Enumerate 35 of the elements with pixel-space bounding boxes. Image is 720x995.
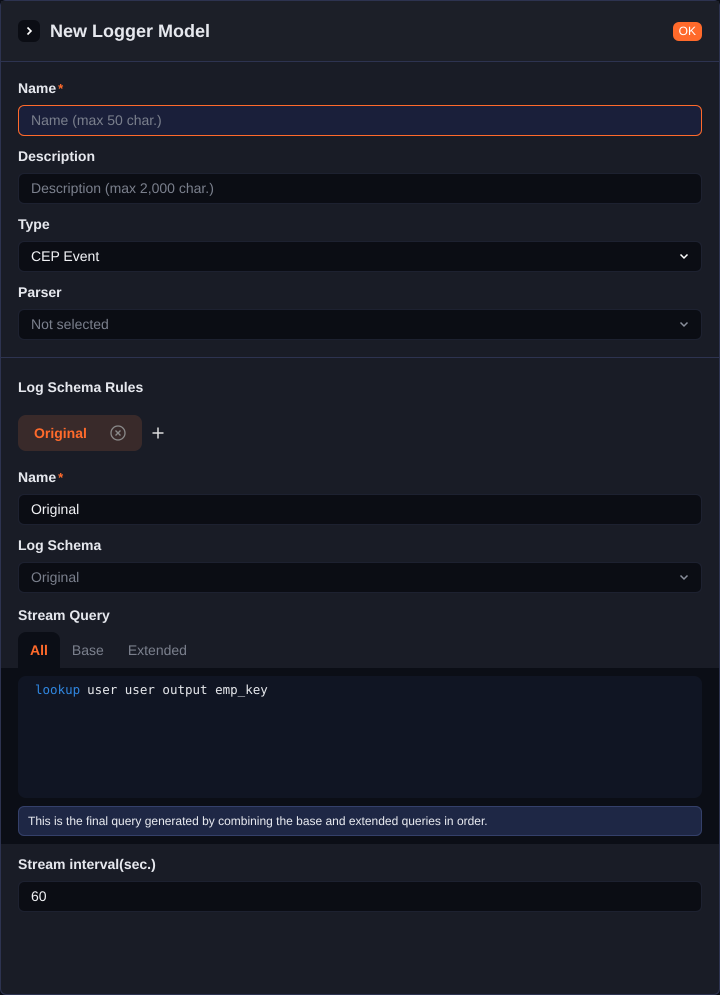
plus-icon[interactable] xyxy=(152,427,164,439)
input-field[interactable]: Description (max 2,000 char.) xyxy=(18,173,702,204)
field-label: Parser xyxy=(18,283,62,302)
select-field[interactable]: Not selected xyxy=(18,309,702,340)
query-tab[interactable]: All xyxy=(18,632,60,668)
code-text: user user output emp_key xyxy=(87,681,268,699)
dialog-title: New Logger Model xyxy=(50,20,210,43)
input-field[interactable]: Original xyxy=(18,494,702,525)
field-label: Type xyxy=(18,215,50,234)
chevron-down-icon xyxy=(679,321,689,328)
field-label: Log Schema xyxy=(18,536,102,555)
section-title: Log Schema Rules xyxy=(18,378,144,397)
code-editor[interactable]: lookup user user output emp_key xyxy=(18,676,702,798)
field-label: Name xyxy=(18,79,56,98)
field-label: Description xyxy=(18,147,96,166)
ok-button[interactable]: OK xyxy=(672,22,702,40)
required-mark: * xyxy=(58,468,64,487)
query-tab[interactable]: Extended xyxy=(116,632,199,668)
required-mark: * xyxy=(58,80,64,98)
rule-tab[interactable]: Original xyxy=(18,415,142,451)
field-label: Stream Query xyxy=(18,606,111,625)
input-field[interactable]: 60 xyxy=(18,881,702,912)
field-label: Stream interval(sec.) xyxy=(18,855,156,874)
info-note: This is the final query generated by combining the base and extended queries in order. xyxy=(18,806,702,836)
query-tab[interactable]: Base xyxy=(60,632,116,668)
chevron-down-icon xyxy=(679,574,689,581)
field-label: Name xyxy=(18,468,56,487)
select-field[interactable]: CEP Event xyxy=(18,241,702,272)
input-field[interactable]: Name (max 50 char.) xyxy=(18,105,702,136)
expand-button[interactable] xyxy=(18,20,40,42)
chevron-down-icon xyxy=(679,253,689,260)
code-keyword: lookup xyxy=(35,681,80,699)
chevron-right-icon xyxy=(24,26,34,36)
select-field[interactable]: Original xyxy=(18,562,702,593)
close-icon[interactable] xyxy=(110,425,126,441)
